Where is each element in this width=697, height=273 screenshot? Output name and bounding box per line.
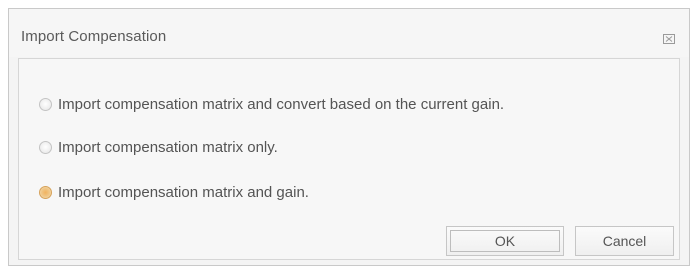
radio-button-icon[interactable] bbox=[39, 98, 52, 111]
dialog-titlebar: Import Compensation bbox=[9, 9, 689, 57]
ok-button-focus-ring: OK bbox=[450, 230, 560, 252]
cancel-button[interactable]: Cancel bbox=[575, 226, 674, 256]
ok-button-label: OK bbox=[494, 233, 516, 249]
cancel-button-label: Cancel bbox=[602, 233, 647, 249]
radio-button-icon[interactable] bbox=[39, 141, 52, 154]
radio-button-selected-icon[interactable] bbox=[39, 186, 52, 199]
import-compensation-dialog: Import Compensation Import compensation … bbox=[8, 8, 690, 266]
option-label: Import compensation matrix and gain. bbox=[58, 184, 309, 201]
close-icon[interactable] bbox=[663, 31, 675, 44]
option-convert-current-gain[interactable]: Import compensation matrix and convert b… bbox=[39, 96, 504, 113]
dialog-content: Import compensation matrix and convert b… bbox=[18, 58, 680, 260]
option-matrix-only[interactable]: Import compensation matrix only. bbox=[39, 139, 278, 156]
option-label: Import compensation matrix and convert b… bbox=[58, 96, 505, 113]
option-label: Import compensation matrix only. bbox=[58, 139, 278, 156]
option-matrix-and-gain[interactable]: Import compensation matrix and gain. bbox=[39, 184, 309, 201]
dialog-title: Import Compensation bbox=[21, 28, 167, 45]
ok-button[interactable]: OK bbox=[446, 226, 564, 256]
